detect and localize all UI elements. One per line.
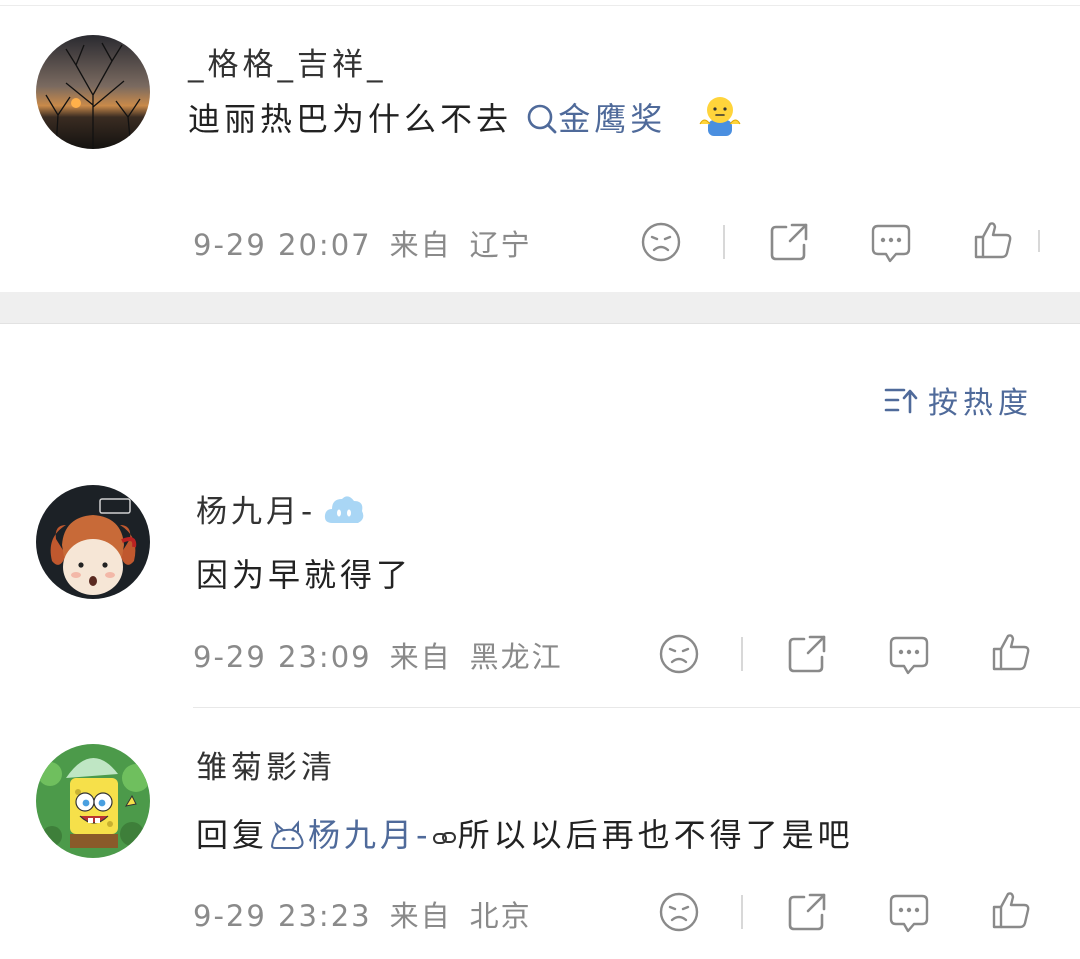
comment-meta: 9-29 23:09 来自 黑龙江: [193, 634, 563, 676]
avatar[interactable]: [36, 485, 150, 599]
link-chain-icon: [432, 832, 456, 844]
share-icon[interactable]: [786, 891, 828, 933]
dislike-icon[interactable]: [658, 891, 700, 933]
action-separator: [741, 637, 743, 671]
reply-text: 所以以后再也不得了是吧: [457, 816, 854, 854]
comment-location: 北京: [469, 899, 532, 933]
cat-badge-icon: [271, 820, 304, 849]
comment-divider: [193, 707, 1080, 708]
post-username[interactable]: _格格_吉祥_: [188, 39, 387, 84]
post-time: 9-29 20:07: [193, 228, 372, 262]
share-icon[interactable]: [786, 633, 828, 675]
comment-username-label: 杨九月-: [196, 494, 317, 530]
sort-by-hot-button[interactable]: 按热度: [884, 380, 1033, 421]
action-separator: [741, 895, 743, 929]
like-icon[interactable]: [990, 631, 1032, 673]
section-band: [0, 292, 1080, 324]
weibo-post: _格格_吉祥_ 迪丽热巴为什么不去 金鹰奖 9-29 20:07 来自 辽宁: [0, 0, 1080, 292]
dislike-icon[interactable]: [640, 221, 682, 263]
dislike-icon[interactable]: [658, 633, 700, 675]
like-icon[interactable]: [972, 219, 1014, 261]
comment-time: 9-29 23:09: [193, 640, 372, 674]
comment-username[interactable]: 杨九月-: [196, 486, 366, 531]
comment-time: 9-29 23:23: [193, 899, 372, 933]
sort-icon: [884, 388, 918, 414]
comment-reply-content: 回复 杨九月- 所以以后再也不得了是吧: [196, 810, 854, 856]
post-meta: 9-29 20:07 来自 辽宁: [193, 222, 532, 264]
comment-meta: 9-29 23:23 来自 北京: [193, 893, 532, 935]
shrug-emoji-icon: [699, 97, 741, 136]
comment-text: 因为早就得了: [196, 556, 413, 594]
action-separator: [723, 225, 725, 259]
reply-to-user-link[interactable]: 杨九月-: [308, 816, 432, 854]
topic-link-label: 金鹰奖: [558, 100, 667, 138]
from-label: 来自: [389, 640, 452, 674]
sort-label: 按热度: [928, 386, 1033, 421]
topic-link[interactable]: 金鹰奖: [526, 100, 680, 138]
avatar[interactable]: [36, 744, 150, 858]
from-label: 来自: [389, 899, 452, 933]
like-icon[interactable]: [990, 889, 1032, 931]
comment-icon[interactable]: [888, 891, 930, 933]
comment-icon[interactable]: [888, 633, 930, 675]
cloud-badge-icon: [325, 495, 364, 523]
post-content: 迪丽热巴为什么不去 金鹰奖: [188, 94, 744, 140]
comment-icon[interactable]: [870, 221, 912, 263]
post-location: 辽宁: [469, 228, 532, 262]
comment-location: 黑龙江: [469, 640, 563, 674]
avatar[interactable]: [36, 35, 150, 149]
post-text: 迪丽热巴为什么不去: [188, 100, 513, 138]
search-icon: [527, 104, 557, 134]
from-label: 来自: [389, 228, 452, 262]
reply-prefix: 回复: [196, 816, 269, 854]
comment-username[interactable]: 雏菊影清: [196, 742, 336, 787]
like-count-marker: [1038, 230, 1040, 252]
share-icon[interactable]: [768, 221, 810, 263]
